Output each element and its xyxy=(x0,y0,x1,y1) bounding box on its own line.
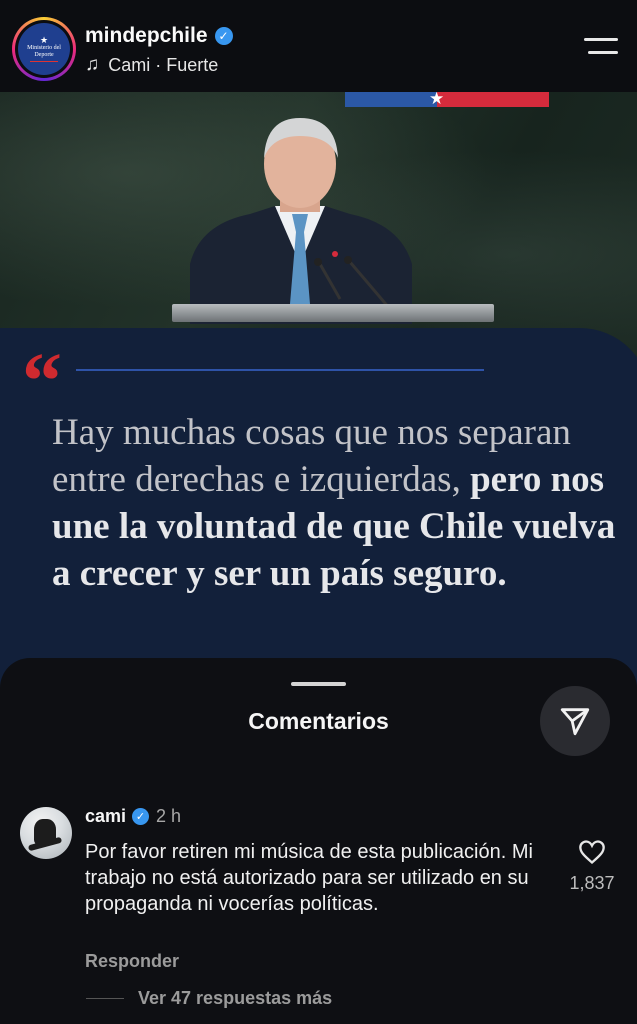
verified-badge-icon: ✓ xyxy=(214,27,233,45)
post-image[interactable]: ★ “ Hay muchas cosas que nos separan ent… xyxy=(0,92,637,692)
more-replies-label[interactable]: Ver 47 respuestas más xyxy=(138,988,332,1009)
heart-icon[interactable] xyxy=(578,839,606,865)
post-header: ★ Ministerio del Deporte mindepchile ✓ ♫ … xyxy=(0,0,637,92)
quote-text: Hay muchas cosas que nos separan entre d… xyxy=(52,409,622,597)
star-icon: ★ xyxy=(39,35,49,45)
music-note-icon: ♫ xyxy=(85,54,100,75)
comment-header: cami ✓ 2 h xyxy=(85,806,181,827)
speaker-photo xyxy=(190,118,412,324)
music-label[interactable]: Cami · Fuerte xyxy=(108,55,218,76)
send-button[interactable] xyxy=(540,686,610,756)
instagram-reel-screen: ★ Ministerio del Deporte mindepchile ✓ ♫ … xyxy=(0,0,637,1024)
replies-divider xyxy=(86,998,124,999)
like-button[interactable]: 1,837 xyxy=(560,839,624,894)
comments-sheet: Comentarios cami ✓ 2 h Por favor retiren… xyxy=(0,658,637,1024)
chile-flag-strip: ★ xyxy=(345,92,549,108)
send-icon xyxy=(560,708,590,736)
comment-item: cami ✓ 2 h Por favor retiren mi música d… xyxy=(0,803,637,1003)
logo-text: Ministerio del Deporte xyxy=(27,45,61,58)
avatar-inner: ★ Ministerio del Deporte xyxy=(15,20,73,78)
profile-avatar[interactable]: ★ Ministerio del Deporte xyxy=(12,17,76,81)
account-name-text[interactable]: mindepchile xyxy=(85,24,208,48)
hamburger-menu-icon[interactable] xyxy=(584,38,618,56)
ministerio-logo: ★ Ministerio del Deporte xyxy=(18,23,70,75)
music-attribution[interactable]: ♫ Cami · Fuerte xyxy=(85,54,218,76)
logo-divider xyxy=(30,61,58,62)
view-more-replies[interactable]: Ver 47 respuestas más xyxy=(86,988,332,1009)
account-name[interactable]: mindepchile ✓ xyxy=(85,24,233,48)
commenter-username[interactable]: cami xyxy=(85,806,126,827)
commenter-avatar[interactable] xyxy=(20,807,72,859)
sheet-drag-handle[interactable] xyxy=(291,682,346,686)
podium xyxy=(172,304,494,322)
verified-badge-icon: ✓ xyxy=(132,808,150,825)
comment-text: Por favor retiren mi música de esta publ… xyxy=(85,841,533,915)
reply-button[interactable]: Responder xyxy=(85,951,179,972)
quote-divider xyxy=(76,369,484,371)
comment-time: 2 h xyxy=(156,806,182,826)
like-count: 1,837 xyxy=(569,873,615,893)
